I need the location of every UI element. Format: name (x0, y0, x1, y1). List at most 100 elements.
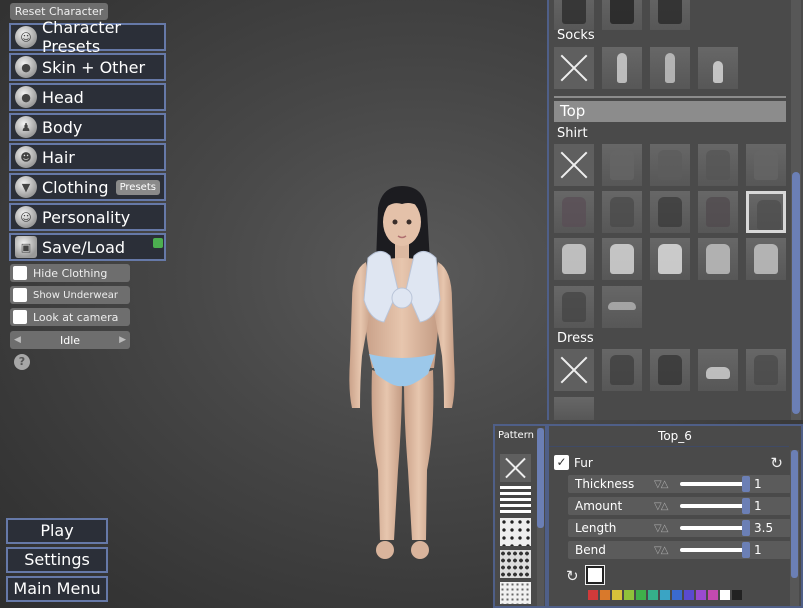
palette-swatch[interactable] (684, 590, 694, 600)
slider-handle[interactable] (742, 520, 750, 536)
palette-swatch[interactable] (600, 590, 610, 600)
shirt-item[interactable] (746, 144, 786, 186)
current-color-swatch[interactable] (585, 565, 605, 585)
shirt-item[interactable] (554, 238, 594, 280)
pattern-stripes[interactable] (500, 486, 531, 514)
pattern-dalmatian[interactable] (500, 550, 531, 578)
pants-item[interactable] (602, 0, 642, 30)
palette-swatch[interactable] (660, 590, 670, 600)
shirt-thumbnail (754, 150, 778, 180)
shirt-thumbnail (757, 200, 781, 230)
palette-swatch[interactable] (696, 590, 706, 600)
pattern-speckle[interactable] (500, 582, 531, 604)
stepper-arrows-icon[interactable]: ▽△ (654, 501, 680, 512)
palette-swatch[interactable] (732, 590, 742, 600)
shirt-thumbnail (658, 197, 682, 227)
slider-length[interactable]: Length ▽△ 3.5 (568, 519, 791, 537)
pattern-panel[interactable]: Pattern (493, 424, 547, 608)
shirt-item[interactable] (698, 191, 738, 233)
pattern-none-option[interactable] (500, 454, 531, 482)
slider-track[interactable] (680, 542, 750, 558)
fur-toggle[interactable]: ✓ Fur (554, 455, 593, 470)
shirt-item[interactable] (602, 286, 642, 328)
properties-scrollbar[interactable] (790, 450, 799, 606)
properties-scroll-thumb[interactable] (791, 450, 798, 578)
shirt-item[interactable] (554, 286, 594, 328)
slider-handle[interactable] (742, 476, 750, 492)
shirt-item[interactable] (650, 238, 690, 280)
pattern-title: Pattern (498, 430, 534, 441)
reset-fur-icon[interactable]: ↻ (770, 454, 783, 472)
slider-value: 1 (754, 543, 762, 557)
pattern-scrollbar[interactable] (537, 428, 544, 606)
socks-section-label: Socks (557, 28, 595, 43)
pattern-scroll-thumb[interactable] (537, 428, 544, 528)
section-divider (554, 96, 786, 98)
slider-bend[interactable]: Bend ▽△ 1 (568, 541, 791, 559)
slider-thickness[interactable]: Thickness ▽△ 1 (568, 475, 791, 493)
socks-none-option[interactable] (554, 47, 594, 89)
shirt-item[interactable] (602, 191, 642, 233)
shirt-none-option[interactable] (554, 144, 594, 186)
palette-swatch[interactable] (708, 590, 718, 600)
item-name-title: Top_6 (658, 429, 692, 443)
slider-value: 3.5 (754, 521, 774, 535)
slider-label: Thickness (575, 477, 635, 491)
fur-label: Fur (574, 455, 593, 470)
slider-track[interactable] (680, 498, 750, 514)
shirt-item[interactable] (554, 191, 594, 233)
socks-item[interactable] (602, 47, 642, 89)
stepper-arrows-icon[interactable]: ▽△ (654, 479, 680, 490)
stepper-arrows-icon[interactable]: ▽△ (654, 523, 680, 534)
shirt-thumbnail (658, 150, 682, 180)
color-palette[interactable] (588, 590, 742, 600)
palette-swatch[interactable] (588, 590, 598, 600)
slider-track[interactable] (680, 476, 750, 492)
shirt-item[interactable] (602, 144, 642, 186)
slider-handle[interactable] (742, 498, 750, 514)
dress-item[interactable] (698, 349, 738, 391)
wardrobe-panel[interactable]: Socks Top Shirt Dress (547, 0, 803, 420)
shirt-item[interactable] (650, 191, 690, 233)
dress-item[interactable] (650, 349, 690, 391)
socks-item[interactable] (650, 47, 690, 89)
shirt-thumbnail (706, 150, 730, 180)
shirt-thumbnail (610, 150, 634, 180)
slider-track[interactable] (680, 520, 750, 536)
shirt-item[interactable] (698, 144, 738, 186)
shirt-item[interactable] (698, 238, 738, 280)
palette-swatch[interactable] (636, 590, 646, 600)
slider-handle[interactable] (742, 542, 750, 558)
palette-swatch[interactable] (612, 590, 622, 600)
wardrobe-scroll-thumb[interactable] (792, 172, 800, 414)
shirt-item[interactable] (602, 238, 642, 280)
stepper-arrows-icon[interactable]: ▽△ (654, 545, 680, 556)
slider-label: Amount (575, 499, 623, 513)
socks-item[interactable] (698, 47, 738, 89)
wardrobe-scrollbar[interactable] (791, 0, 801, 420)
shirt-thumbnail (562, 292, 586, 322)
palette-swatch[interactable] (624, 590, 634, 600)
palette-swatch[interactable] (648, 590, 658, 600)
palette-swatch[interactable] (672, 590, 682, 600)
dress-item[interactable] (746, 349, 786, 391)
dress-item[interactable] (602, 349, 642, 391)
reset-color-icon[interactable]: ↻ (566, 567, 579, 585)
slider-value: 1 (754, 499, 762, 513)
fur-checkbox[interactable]: ✓ (554, 455, 569, 470)
shirt-item[interactable] (650, 144, 690, 186)
slider-label: Length (575, 521, 617, 535)
top-category-header[interactable]: Top (554, 101, 786, 122)
shirt-item[interactable] (746, 238, 786, 280)
pants-item[interactable] (650, 0, 690, 30)
dress-none-option[interactable] (554, 349, 594, 391)
slider-amount[interactable]: Amount ▽△ 1 (568, 497, 791, 515)
pants-item[interactable] (554, 0, 594, 30)
shirt-thumbnail (562, 197, 586, 227)
shirt-item[interactable] (746, 191, 786, 233)
palette-swatch[interactable] (720, 590, 730, 600)
dress-section-label: Dress (557, 331, 594, 346)
pattern-leopard[interactable] (500, 518, 531, 546)
shirt-thumbnail (706, 197, 730, 227)
dress-item[interactable] (554, 397, 594, 420)
